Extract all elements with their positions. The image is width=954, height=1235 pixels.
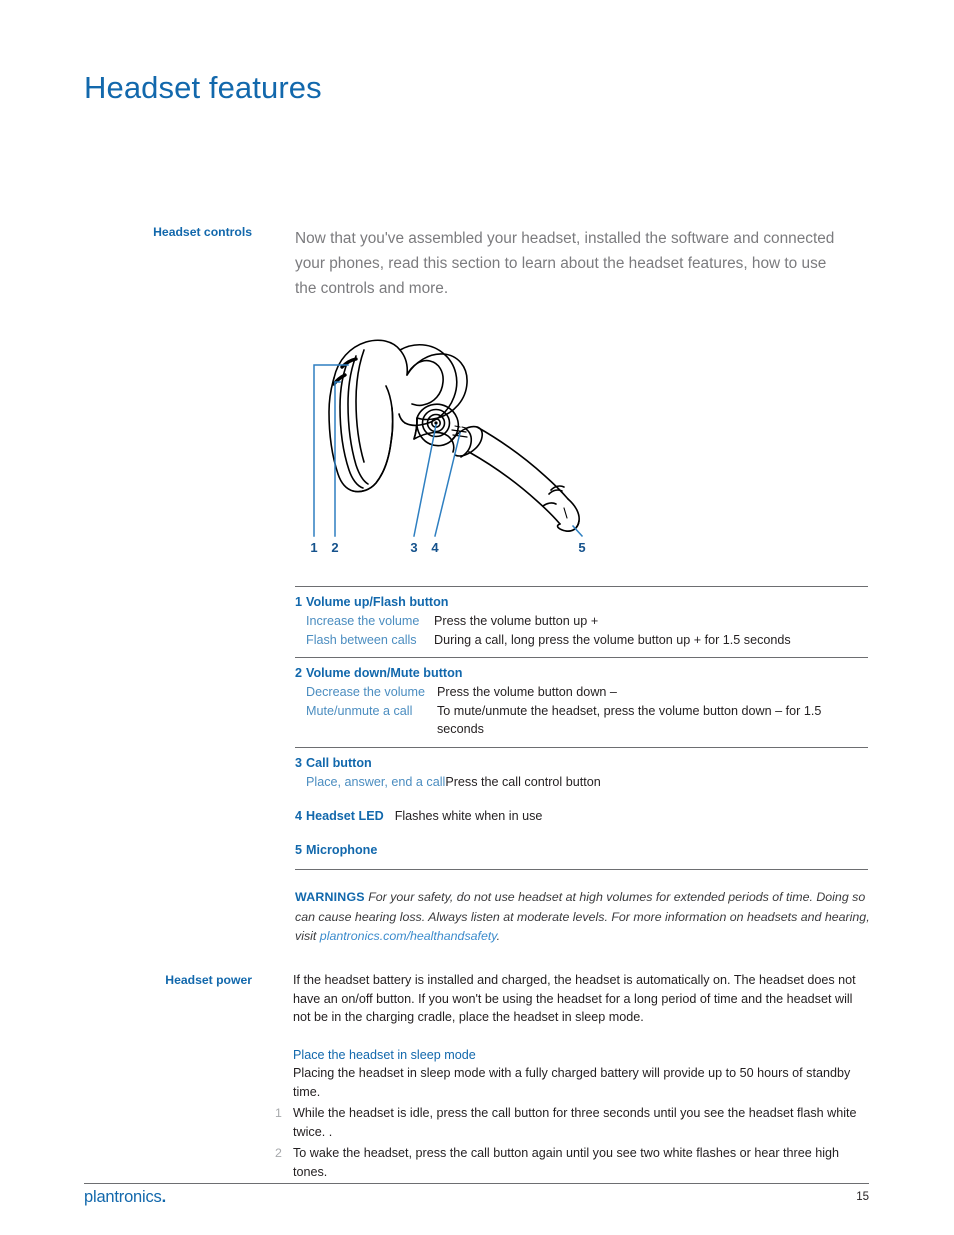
feature-inline-desc: Flashes white when in use [394, 809, 543, 823]
page-title: Headset features [84, 70, 322, 105]
feature-group-header: 2 Volume down/Mute button [295, 665, 868, 682]
feature-action-desc: Press the call control button [445, 774, 601, 789]
intro-paragraph: Now that you've assembled your headset, … [295, 230, 835, 297]
list-item: 1 While the headset is idle, press the c… [275, 1104, 869, 1141]
headset-illustration: 1 2 3 4 5 [296, 326, 606, 566]
feature-rows: Increase the volume Press the volume but… [295, 612, 868, 649]
warnings-block: WARNINGS For your safety, do not use hea… [295, 888, 870, 947]
feature-group-header: 3 Call button [295, 755, 868, 772]
page-number: 15 [856, 1191, 869, 1203]
callout-number-1: 1 [310, 540, 317, 555]
document-page: Headset features Headset controls Now th… [0, 0, 954, 1235]
plantronics-logo: plantronics. [84, 1188, 166, 1207]
feature-group: 1 Volume up/Flash button Increase the vo… [295, 587, 868, 657]
feature-number: 1 [295, 595, 303, 609]
feature-number: 4 [295, 809, 303, 823]
feature-title: Microphone [306, 843, 378, 857]
section-label-headset-controls: Headset controls [153, 225, 252, 239]
feature-group-header: 1 Volume up/Flash button [295, 594, 868, 611]
health-and-safety-link[interactable]: plantronics.com/healthandsafety [320, 929, 497, 943]
warnings-heading: WARNINGS [295, 890, 365, 904]
feature-action-desc: During a call, long press the volume but… [434, 632, 791, 647]
plantronics-logo-text: plantronics [84, 1188, 162, 1206]
list-item: 2 To wake the headset, press the call bu… [275, 1144, 869, 1181]
callout-number-3: 3 [410, 540, 417, 555]
feature-group: 3 Call button Place, answer, end a call … [295, 748, 868, 802]
feature-action-label: Flash between calls [306, 632, 417, 647]
callout-number-5: 5 [578, 540, 585, 555]
sleep-mode-heading: Place the headset in sleep mode [293, 1047, 476, 1062]
step-number: 2 [275, 1146, 282, 1160]
feature-group: 2 Volume down/Mute button Decrease the v… [295, 658, 868, 747]
sleep-mode-intro: Placing the headset in sleep mode with a… [293, 1066, 851, 1099]
footer-divider [84, 1183, 869, 1184]
section-label-headset-power: Headset power [165, 973, 252, 987]
feature-row: Flash between calls During a call, long … [295, 631, 868, 650]
callout-number-2: 2 [331, 540, 338, 555]
headset-power-body: If the headset battery is installed and … [275, 971, 869, 1181]
feature-table: 1 Volume up/Flash button Increase the vo… [295, 586, 868, 870]
feature-action-label: Mute/unmute a call [306, 703, 413, 718]
feature-action-label: Increase the volume [306, 614, 420, 628]
feature-action-desc: Press the volume button down – [437, 685, 617, 699]
feature-group: 5 Microphone [295, 835, 868, 869]
feature-title: Headset LED [306, 809, 384, 823]
plantronics-logo-dot: . [161, 1188, 167, 1206]
feature-row: Mute/unmute a call To mute/unmute the he… [295, 702, 868, 739]
feature-number: 3 [295, 755, 303, 770]
feature-group: 4 Headset LED Flashes white when in use [295, 801, 868, 835]
sleep-mode-steps: 1 While the headset is idle, press the c… [275, 1104, 869, 1181]
feature-row: Place, answer, end a call Press the call… [295, 773, 868, 792]
feature-title: Call button [306, 755, 372, 770]
step-text: To wake the headset, press the call butt… [293, 1146, 840, 1179]
callout-number-4: 4 [431, 540, 439, 555]
step-number: 1 [275, 1106, 282, 1120]
feature-action-desc: Press the volume button up + [434, 614, 599, 628]
feature-rows: Decrease the volume Press the volume but… [295, 683, 868, 739]
feature-action-label: Decrease the volume [306, 685, 426, 699]
feature-action-desc: To mute/unmute the headset, press the vo… [437, 703, 822, 737]
feature-number: 5 [295, 843, 303, 857]
feature-number: 2 [295, 666, 303, 680]
feature-title: Volume up/Flash button [306, 595, 449, 609]
feature-group-header: 5 Microphone [295, 842, 868, 859]
feature-row: Increase the volume Press the volume but… [295, 612, 868, 631]
feature-rows: Place, answer, end a call Press the call… [295, 773, 868, 792]
headset-power-paragraph: If the headset battery is installed and … [293, 973, 856, 1024]
table-rule-bottom [295, 869, 868, 870]
warnings-body-end: . [496, 929, 501, 943]
step-text: While the headset is idle, press the cal… [293, 1106, 857, 1139]
feature-group-header: 4 Headset LED Flashes white when in use [295, 808, 868, 825]
feature-title: Volume down/Mute button [306, 666, 463, 680]
feature-action-label: Place, answer, end a call [306, 774, 446, 789]
feature-row: Decrease the volume Press the volume but… [295, 683, 868, 702]
